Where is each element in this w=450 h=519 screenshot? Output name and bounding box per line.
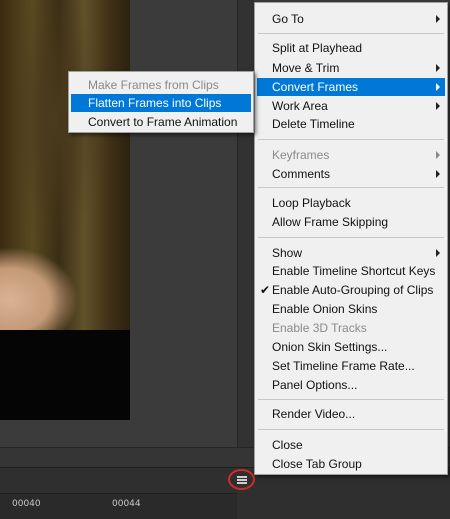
- menu-item-label: Enable 3D Tracks: [272, 321, 367, 335]
- submenu-item-make-frames-from-clips[interactable]: Make Frames from Clips: [71, 76, 251, 94]
- timeline-tick-label: 00044: [112, 499, 141, 509]
- menu-item-label: Allow Frame Skipping: [272, 215, 389, 229]
- menu-item-label: Enable Auto-Grouping of Clips: [272, 283, 434, 297]
- menu-separator: [258, 429, 444, 430]
- menu-item-label: Close Tab Group: [272, 457, 362, 471]
- submenu-arrow-icon: [436, 15, 440, 23]
- menu-item-label: Delete Timeline: [272, 117, 355, 131]
- document-image-bottom: [0, 330, 130, 420]
- submenu-arrow-icon: [436, 151, 440, 159]
- menu-item-close[interactable]: Close: [257, 436, 445, 454]
- menu-item-label: Render Video...: [272, 407, 356, 421]
- menu-item-split-at-playhead[interactable]: Split at Playhead: [257, 39, 445, 57]
- menu-item-set-timeline-frame-rate[interactable]: Set Timeline Frame Rate...: [257, 357, 445, 375]
- menu-item-enable-timeline-shortcut-keys[interactable]: Enable Timeline Shortcut Keys: [257, 262, 445, 280]
- menu-item-move-and-trim[interactable]: Move & Trim: [257, 59, 445, 77]
- menu-item-comments[interactable]: Comments: [257, 165, 445, 183]
- menu-item-label: Set Timeline Frame Rate...: [272, 359, 415, 373]
- menu-separator: [258, 399, 444, 400]
- document-image: [0, 0, 130, 330]
- menu-item-label: Make Frames from Clips: [88, 78, 219, 92]
- document-canvas-area: [0, 0, 237, 447]
- menu-item-close-tab-group[interactable]: Close Tab Group: [257, 455, 445, 473]
- menu-item-label: Split at Playhead: [272, 41, 363, 55]
- timeline-tick-label: 00040: [12, 499, 41, 509]
- submenu-arrow-icon: [436, 249, 440, 257]
- submenu-arrow-icon: [436, 170, 440, 178]
- submenu-arrow-icon: [436, 102, 440, 110]
- menu-item-label: Loop Playback: [272, 196, 351, 210]
- submenu-arrow-icon: [436, 83, 440, 91]
- menu-item-render-video[interactable]: Render Video...: [257, 405, 445, 423]
- menu-item-label: Close: [272, 438, 303, 452]
- menu-separator: [258, 139, 444, 140]
- menu-separator: [258, 33, 444, 34]
- menu-item-delete-timeline[interactable]: Delete Timeline: [257, 115, 445, 133]
- menu-item-allow-frame-skipping[interactable]: Allow Frame Skipping: [257, 213, 445, 231]
- menu-item-keyframes[interactable]: Keyframes: [257, 146, 445, 164]
- menu-item-label: Convert to Frame Animation: [88, 115, 238, 129]
- menu-item-enable-3d-tracks[interactable]: Enable 3D Tracks: [257, 319, 445, 337]
- menu-item-enable-onion-skins[interactable]: Enable Onion Skins: [257, 300, 445, 318]
- menu-item-label: Convert Frames: [272, 80, 359, 94]
- menu-item-label: Enable Timeline Shortcut Keys: [272, 264, 436, 278]
- menu-item-label: Move & Trim: [272, 61, 340, 75]
- annotation-circle: [228, 469, 255, 490]
- menu-item-go-to[interactable]: Go To: [257, 10, 445, 28]
- menu-item-label: Go To: [272, 12, 304, 26]
- timeline-panel-menu: Go To Split at Playhead Move & Trim Conv…: [254, 2, 448, 475]
- menu-item-label: Onion Skin Settings...: [272, 340, 388, 354]
- menu-item-label: Comments: [272, 167, 331, 181]
- menu-separator: [258, 187, 444, 188]
- menu-item-label: Flatten Frames into Clips: [88, 96, 222, 110]
- submenu-arrow-icon: [436, 64, 440, 72]
- menu-item-work-area[interactable]: Work Area: [257, 97, 445, 115]
- menu-item-label: Show: [272, 246, 303, 260]
- submenu-item-convert-to-frame-animation[interactable]: Convert to Frame Animation: [71, 113, 251, 131]
- menu-item-convert-frames[interactable]: Convert Frames: [257, 78, 445, 96]
- menu-item-label: Work Area: [272, 99, 328, 113]
- convert-frames-submenu: Make Frames from Clips Flatten Frames in…: [68, 71, 254, 133]
- menu-separator: [258, 237, 444, 238]
- submenu-item-flatten-frames-into-clips[interactable]: Flatten Frames into Clips: [71, 94, 251, 112]
- menu-item-onion-skin-settings[interactable]: Onion Skin Settings...: [257, 338, 445, 356]
- menu-item-show[interactable]: Show: [257, 244, 445, 262]
- menu-item-label: Enable Onion Skins: [272, 302, 378, 316]
- menu-item-label: Panel Options...: [272, 378, 358, 392]
- menu-item-loop-playback[interactable]: Loop Playback: [257, 194, 445, 212]
- menu-item-enable-auto-grouping-of-clips[interactable]: ✔ Enable Auto-Grouping of Clips: [257, 281, 445, 299]
- checkmark-icon: ✔: [260, 283, 271, 297]
- menu-item-panel-options[interactable]: Panel Options...: [257, 376, 445, 394]
- menu-item-label: Keyframes: [272, 148, 330, 162]
